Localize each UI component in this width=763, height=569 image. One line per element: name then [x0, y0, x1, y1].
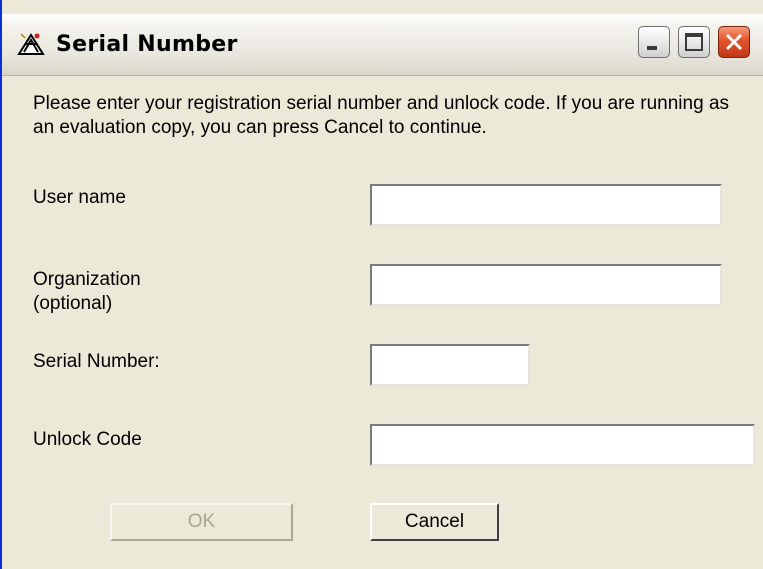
maximize-icon	[685, 33, 703, 51]
minimize-button[interactable]	[638, 26, 670, 58]
close-button[interactable]	[718, 26, 750, 58]
organization-label-line1: Organization	[33, 269, 141, 290]
serial-number-label: Serial Number:	[33, 351, 160, 372]
unlock-code-input[interactable]	[370, 424, 755, 466]
cancel-button[interactable]: Cancel	[370, 503, 499, 541]
organization-label-line2: (optional)	[33, 293, 113, 314]
instructions-text: Please enter your registration serial nu…	[33, 93, 730, 138]
ok-button[interactable]: OK	[110, 503, 293, 541]
user-name-label: User name	[33, 187, 126, 208]
titlebar-edge	[2, 0, 763, 14]
serial-number-input[interactable]	[370, 344, 530, 386]
window-title: Serial Number	[56, 32, 238, 57]
minimize-icon	[647, 46, 657, 50]
serial-number-dialog: Serial Number Please enter your registra…	[0, 0, 763, 569]
title-bar[interactable]: Serial Number	[2, 14, 763, 76]
close-icon	[725, 33, 743, 51]
user-name-input[interactable]	[370, 184, 722, 226]
maximize-button[interactable]	[678, 26, 710, 58]
serial-key-app-icon	[16, 30, 46, 58]
unlock-code-label: Unlock Code	[33, 429, 142, 450]
organization-input[interactable]	[370, 264, 722, 306]
organization-label: Organization (optional)	[33, 268, 141, 316]
